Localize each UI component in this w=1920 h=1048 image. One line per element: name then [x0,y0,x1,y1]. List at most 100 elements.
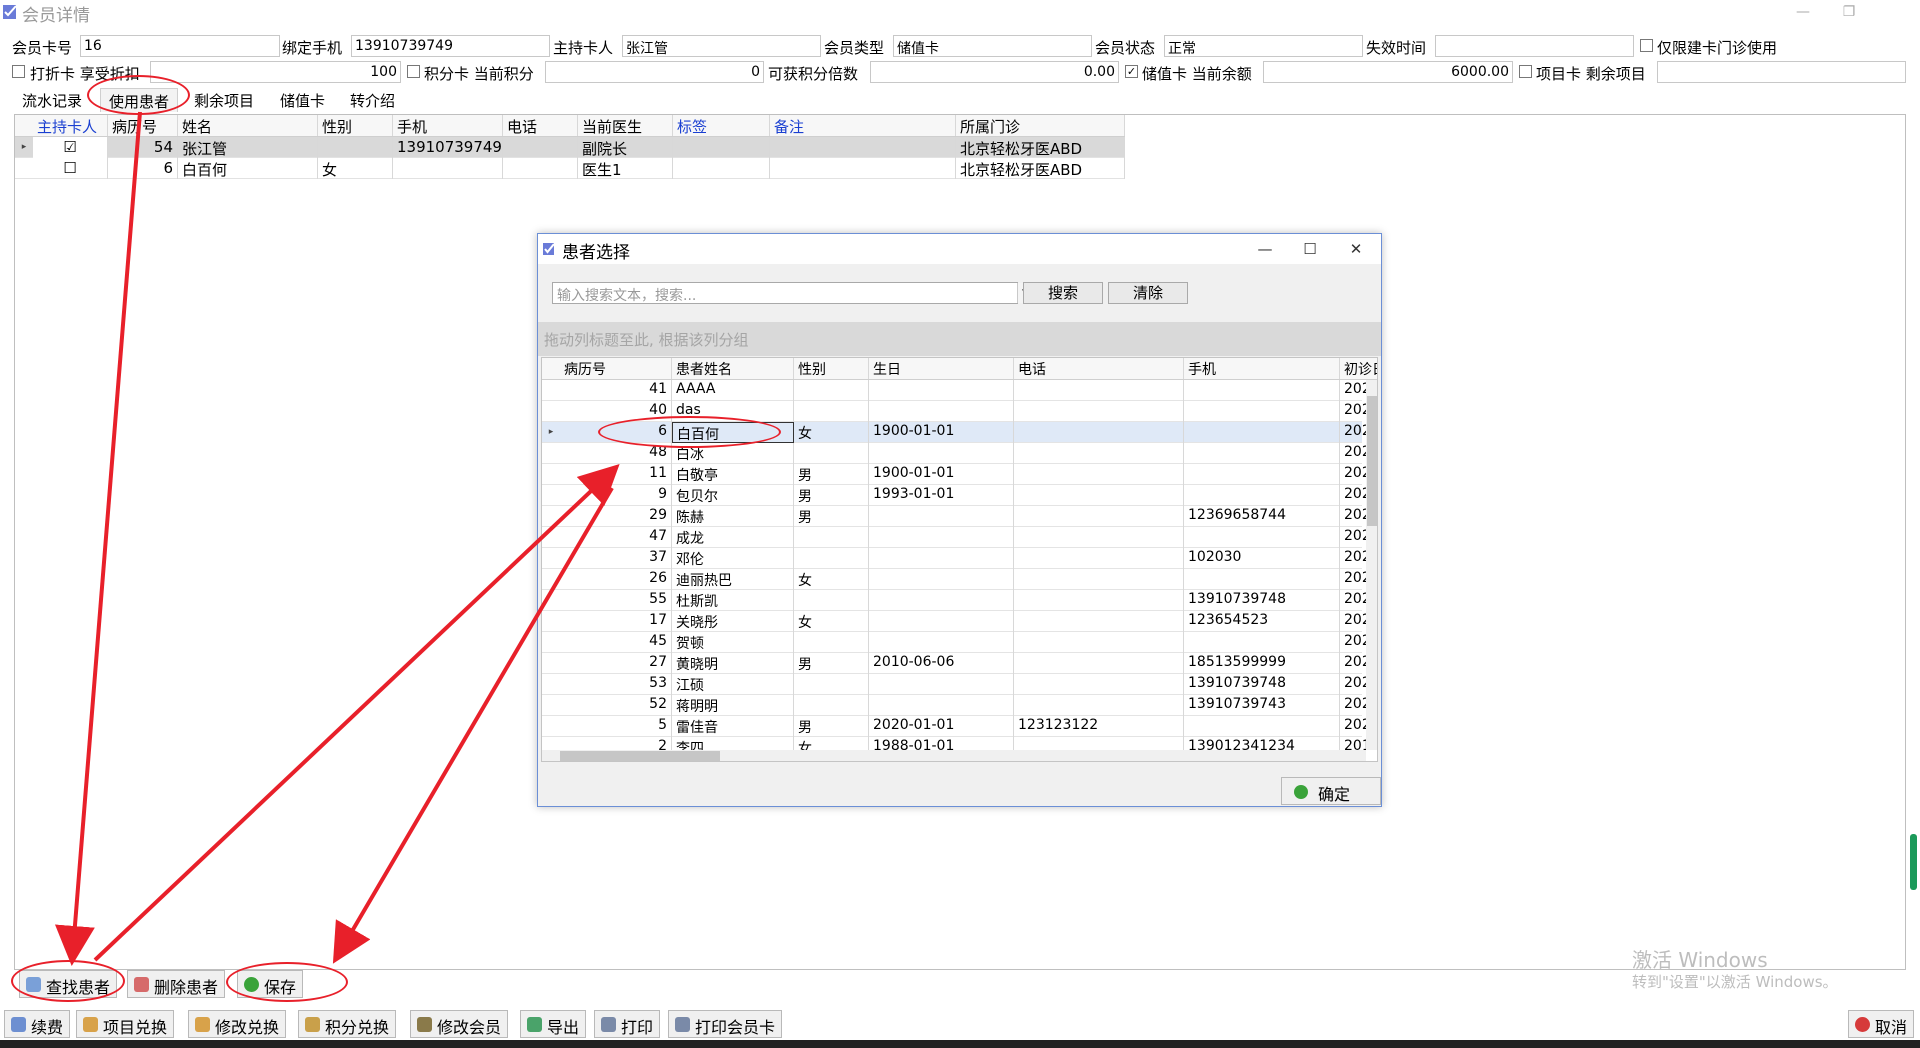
col-first-visit[interactable]: 初诊日 [1340,358,1377,379]
hscroll-thumb[interactable] [560,751,720,761]
list-item[interactable]: 11 白敬亭男 1900-01-01 202 [542,464,1371,485]
card-no-label: 会员卡号 [12,39,73,57]
member-status-field[interactable]: 正常 [1164,35,1363,57]
points-exchange-button[interactable]: 积分兑换 [298,1010,397,1038]
phone-cell [1014,674,1184,695]
minimize-button[interactable]: — [1788,2,1818,22]
only-clinic-checkbox[interactable] [1640,39,1653,52]
points-multiple-field[interactable]: 0.00 [870,61,1119,83]
holder-cell[interactable]: ☐ [33,158,108,179]
tab-referral[interactable]: 转介绍 [342,88,403,112]
col-mobile[interactable]: 手机 [393,115,503,136]
member-type-field[interactable]: 储值卡 [893,35,1092,57]
project-exchange-button[interactable]: 项目兑换 [76,1010,175,1038]
col-mobile[interactable]: 手机 [1184,358,1340,379]
print-card-icon [675,1017,690,1032]
list-item[interactable]: 5 雷佳音男 2020-01-01 123123122 202 [542,716,1371,737]
list-item[interactable]: 26 迪丽热巴女 202 [542,569,1371,590]
col-note[interactable]: 备注 [770,115,956,136]
phone-cell [1014,548,1184,569]
expire-field[interactable] [1435,35,1634,57]
col-gender[interactable]: 性别 [318,115,393,136]
dialog-minimize-button[interactable]: — [1250,238,1280,260]
col-patient-name[interactable]: 患者姓名 [672,358,794,379]
record-no-cell: 26 [560,569,672,590]
mobile-cell: 13910739748 [1184,590,1340,611]
list-item[interactable]: 55 杜斯凯 13910739748 202 [542,590,1371,611]
print-button[interactable]: 打印 [594,1010,661,1038]
group-by-hint[interactable]: 拖动列标题至此, 根据该列分组 [538,322,1381,356]
discount-field[interactable]: 100 [150,61,401,83]
holder-field[interactable]: 张江管 [622,35,821,57]
stored-balance-field[interactable]: 6000.00 [1263,61,1513,83]
mobile-cell: 102030 [1184,548,1340,569]
col-doctor[interactable]: 当前医生 [578,115,673,136]
list-item[interactable]: 52 蒋明明 13910739743 202 [542,695,1371,716]
modify-member-button[interactable]: 修改会员 [410,1010,509,1038]
tab-flow-records[interactable]: 流水记录 [14,88,90,112]
print-member-card-button[interactable]: 打印会员卡 [668,1010,783,1038]
list-item[interactable]: 47 成龙 202 [542,527,1371,548]
clear-button[interactable]: 清除 [1108,282,1188,304]
discount-card-checkbox[interactable] [12,65,25,78]
col-name[interactable]: 姓名 [178,115,318,136]
points-card-checkbox[interactable] [407,65,420,78]
modify-exchange-label: 修改兑换 [215,1018,280,1037]
tab-stored-card[interactable]: 储值卡 [272,88,333,112]
points-field[interactable]: 0 [545,61,764,83]
col-record-no[interactable]: 病历号 [108,115,178,136]
project-remaining-field[interactable] [1657,61,1906,83]
patient-list-hscroll[interactable] [542,750,1366,761]
dialog-close-button[interactable]: ✕ [1341,238,1371,260]
cancel-button[interactable]: 取消 [1848,1010,1915,1038]
search-button[interactable]: 搜索 [1023,282,1103,304]
patient-name-cell: 白敬亭 [672,464,794,485]
bind-phone-field[interactable]: 13910739749 [351,35,550,57]
birthday-cell [869,527,1014,548]
col-gender[interactable]: 性别 [794,358,869,379]
delete-patient-button[interactable]: 删除患者 [127,970,226,998]
dialog-titlebar: 患者选择 — ☐ ✕ [538,234,1381,264]
list-item[interactable]: 37 邓伦 102030 202 [542,548,1371,569]
table-row[interactable]: ☐ 6 白百何 女 医生1 北京轻松牙医ABD [15,158,1125,179]
list-item[interactable]: 17 关晓彤女 123654523 202 [542,611,1371,632]
mobile-cell [1184,632,1340,653]
restore-button[interactable]: ❐ [1834,2,1864,22]
header-row-2: 打折卡 享受折扣 100 积分卡 当前积分 0 可获积分倍数 0.00 ✓ 储值… [0,61,1920,83]
col-phone[interactable]: 电话 [1014,358,1184,379]
col-phone[interactable]: 电话 [503,115,578,136]
patient-list-vscroll[interactable] [1366,380,1377,750]
stored-card-checkbox[interactable]: ✓ [1125,65,1138,78]
list-item[interactable]: 53 江硕 13910739748 202 [542,674,1371,695]
table-row[interactable]: ▸ ☑ 54 张江管 13910739749 副院长 北京轻松牙医ABD [15,137,1125,158]
birthday-cell [869,380,1014,401]
cancel-label: 取消 [1875,1018,1908,1037]
outer-scrollbar-thumb[interactable] [1910,834,1917,890]
vscroll-thumb[interactable] [1367,396,1377,526]
col-tag[interactable]: 标签 [673,115,770,136]
row-indicator-icon: ▸ [21,142,27,152]
modify-exchange-button[interactable]: 修改兑换 [188,1010,287,1038]
record-no-cell: 55 [560,590,672,611]
list-item[interactable]: 45 贺顿 202 [542,632,1371,653]
col-birthday[interactable]: 生日 [869,358,1014,379]
dialog-maximize-button[interactable]: ☐ [1295,238,1325,260]
list-item[interactable]: 9 包贝尔男 1993-01-01 202 [542,485,1371,506]
project-card-checkbox[interactable] [1519,65,1532,78]
list-item[interactable]: 29 陈赫男 12369658744 202 [542,506,1371,527]
col-holder[interactable]: 主持卡人 [33,115,108,136]
col-record-no[interactable]: 病历号 [560,358,672,379]
card-no-field[interactable]: 16 [80,35,280,57]
renew-label: 续费 [31,1018,64,1037]
list-item[interactable]: 27 黄晓明男 2010-06-06 18513599999 202 [542,653,1371,674]
col-clinic[interactable]: 所属门诊 [956,115,1125,136]
record-no-cell: 45 [560,632,672,653]
renew-button[interactable]: 续费 [4,1010,71,1038]
holder-cell[interactable]: ☑ [33,137,108,158]
export-button[interactable]: 导出 [520,1010,587,1038]
tab-remaining-items[interactable]: 剩余项目 [186,88,262,112]
search-input[interactable]: 输入搜索文本，搜索... ▼ [552,282,1033,304]
dialog-title: 患者选择 [562,243,630,263]
confirm-button[interactable]: 确定 [1281,777,1381,805]
list-item[interactable]: 41 AAAA 202 [542,380,1371,401]
